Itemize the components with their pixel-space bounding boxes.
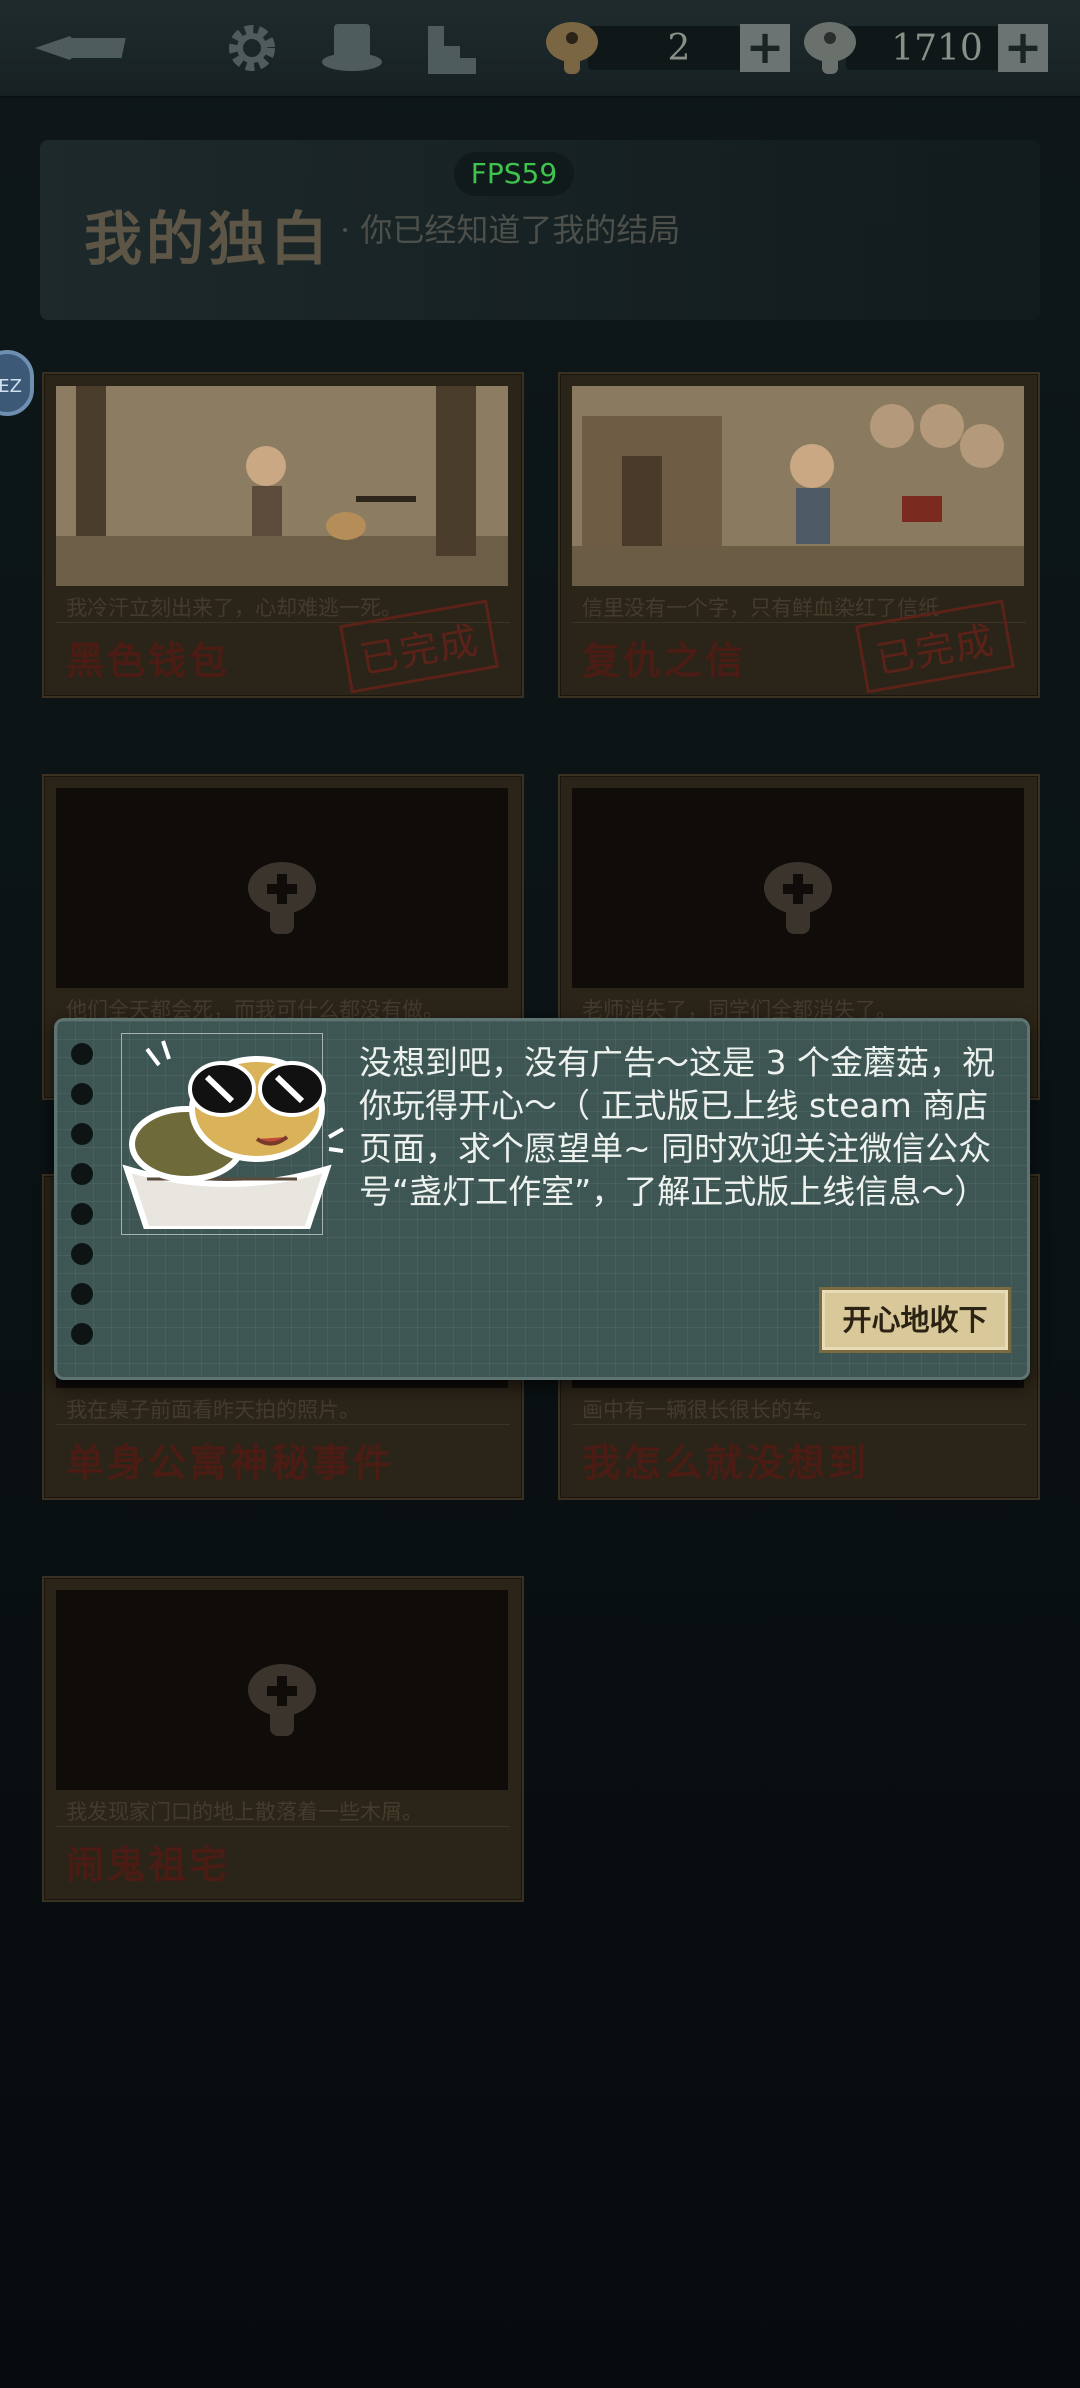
- notebook-hole: [71, 1203, 93, 1225]
- locked-mushroom-icon: [248, 1664, 316, 1736]
- card-description: 我冷汗立刻出来了，心却难逃一死。: [66, 596, 402, 620]
- golden-mushroom-counter: 2 +: [544, 18, 794, 78]
- story-card-black-wallet[interactable]: 我冷汗立刻出来了，心却难逃一死。 黑色钱包 已完成: [42, 372, 524, 698]
- divider: [56, 1826, 510, 1827]
- mushroom-icon: [804, 22, 856, 74]
- turtle-sunglasses-icon: [122, 1040, 344, 1229]
- notebook-hole: [71, 1123, 93, 1145]
- story-locked-image: [56, 788, 508, 988]
- add-mushroom-button[interactable]: +: [998, 24, 1048, 72]
- add-golden-mushroom-button[interactable]: +: [740, 24, 790, 72]
- reward-dialog: 没想到吧，没有广告～这是 3 个金蘑菇，祝你玩得开心～（ 正式版已上线 stea…: [54, 1018, 1030, 1380]
- fps-counter: FPS59: [454, 152, 574, 196]
- notebook-hole: [71, 1163, 93, 1185]
- card-title: 闹鬼祖宅: [66, 1842, 231, 1887]
- gear-icon[interactable]: [222, 18, 282, 78]
- divider: [56, 1424, 510, 1425]
- card-description: 我发现家门口的地上散落着一些木屑。: [66, 1800, 423, 1824]
- story-illustration: [56, 386, 508, 586]
- story-card-haunted-house[interactable]: 我发现家门口的地上散落着一些木屑。 闹鬼祖宅: [42, 1576, 524, 1902]
- card-title: 黑色钱包: [66, 638, 231, 683]
- top-bar: 2 + 1710 +: [0, 0, 1080, 98]
- card-title: 我怎么就没想到: [582, 1440, 870, 1485]
- page-subtitle: · 你已经知道了我的结局: [340, 211, 681, 249]
- card-description: 我在桌子前面看昨天拍的照片。: [66, 1398, 360, 1422]
- quill-icon[interactable]: [30, 18, 126, 78]
- steps-icon[interactable]: [424, 18, 484, 78]
- notebook-hole: [71, 1243, 93, 1265]
- notebook-hole: [71, 1283, 93, 1305]
- golden-mushroom-count: 2: [667, 28, 691, 69]
- page-title: 我的独白: [84, 205, 333, 273]
- story-card-revenge-letter[interactable]: 信里没有一个字，只有鲜血染红了信纸 复仇之信 已完成: [558, 372, 1040, 698]
- locked-mushroom-icon: [764, 862, 832, 934]
- side-badge[interactable]: EZ: [0, 350, 34, 416]
- story-locked-image: [572, 788, 1024, 988]
- divider: [572, 1424, 1026, 1425]
- card-title: 复仇之信: [582, 638, 747, 683]
- story-locked-image: [56, 1590, 508, 1790]
- mushroom-counter: 1710 +: [802, 18, 1052, 78]
- card-description: 信里没有一个字，只有鲜血染红了信纸: [582, 596, 939, 620]
- golden-mushroom-icon: [546, 22, 598, 74]
- dialog-message: 没想到吧，没有广告～这是 3 个金蘑菇，祝你玩得开心～（ 正式版已上线 stea…: [359, 1043, 995, 1211]
- story-illustration: [572, 386, 1024, 586]
- card-description: 画中有一辆很长很长的车。: [582, 1398, 834, 1422]
- notebook-hole: [71, 1323, 93, 1345]
- locked-mushroom-icon: [248, 862, 316, 934]
- notebook-hole: [71, 1083, 93, 1105]
- hat-icon[interactable]: [320, 18, 382, 78]
- mushroom-count: 1710: [891, 28, 983, 69]
- card-title: 单身公寓神秘事件: [66, 1440, 395, 1485]
- notebook-hole: [71, 1043, 93, 1065]
- accept-button[interactable]: 开心地收下: [819, 1287, 1011, 1353]
